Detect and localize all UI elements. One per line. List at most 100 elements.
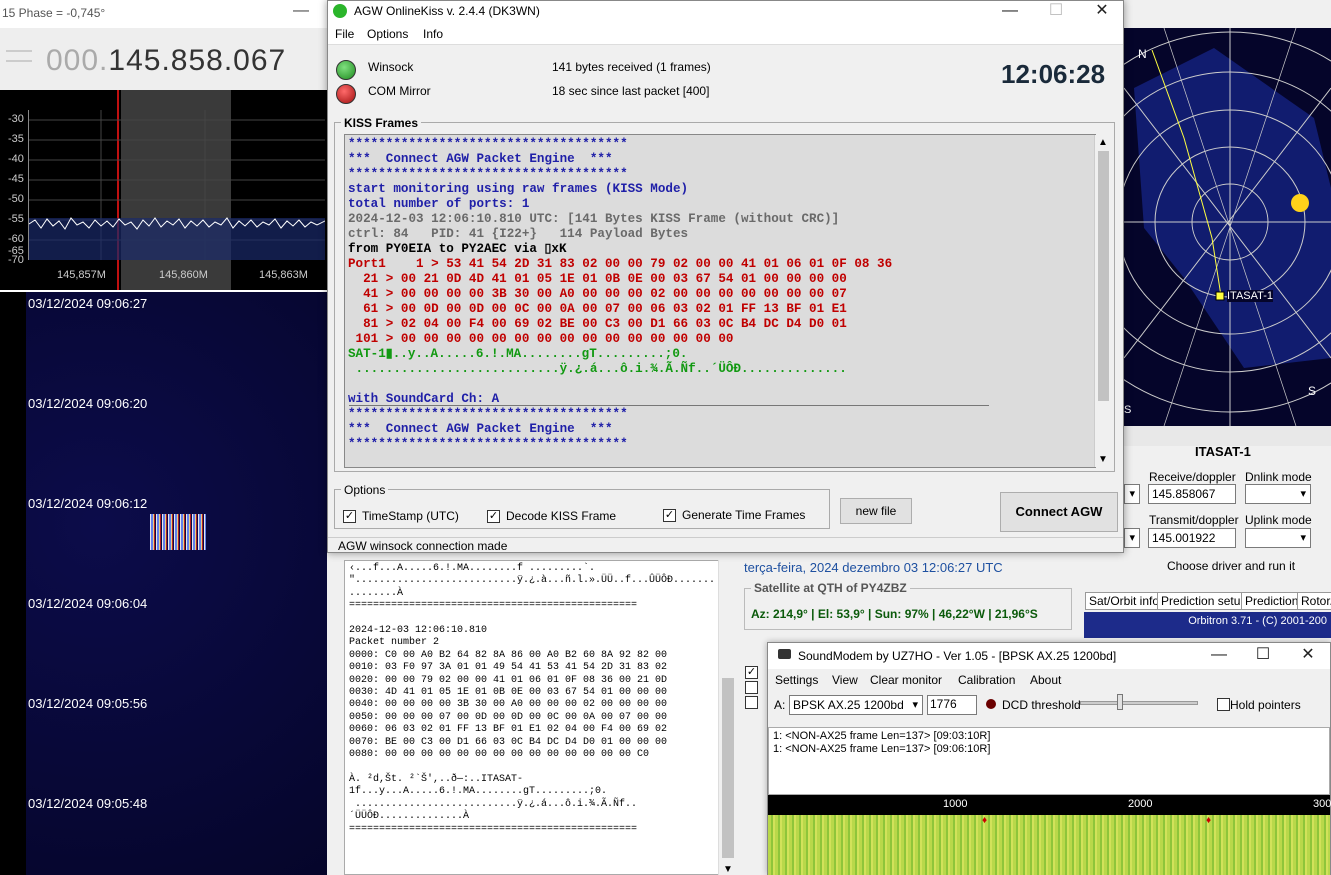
timestamp-checkbox[interactable]: ✓: [343, 510, 356, 523]
new-file-button[interactable]: new file: [840, 498, 912, 524]
hold-pointers-checkbox[interactable]: [1217, 698, 1230, 711]
agw-onlinekiss-window: AGW OnlineKiss v. 2.4.4 (DK3WN) — ☐ ✕ Fi…: [327, 0, 1124, 553]
frequency-spinner[interactable]: 1776: [927, 695, 977, 715]
minimize-icon[interactable]: —: [987, 1, 1033, 23]
decode-kiss-checkbox[interactable]: ✓: [487, 510, 500, 523]
freq-axis-label: 145,857M: [57, 269, 106, 281]
rx-driver-select[interactable]: [1124, 484, 1140, 504]
packet-log[interactable]: ‹...f...A.....6.!.MA........f .........`…: [344, 560, 736, 875]
kiss-line: *** Connect AGW Packet Engine ***: [348, 422, 613, 436]
soundmodem-waterfall[interactable]: ♦ ♦: [768, 815, 1330, 875]
scroll-down-icon[interactable]: ▼: [723, 864, 733, 875]
decode-kiss-label: Decode KISS Frame: [506, 509, 617, 523]
db-label: -70: [8, 254, 24, 266]
tx-frequency-field[interactable]: 145.001922: [1148, 528, 1236, 548]
packet-log-scrollbar[interactable]: ▼: [718, 560, 736, 875]
kiss-frames-log[interactable]: ************************************* ***…: [344, 134, 1096, 468]
waterfall-panel[interactable]: 03/12/2024 09:06:27 03/12/2024 09:06:20 …: [0, 292, 327, 875]
menu-clear-monitor[interactable]: Clear monitor: [870, 673, 942, 687]
timestamp-label: TimeStamp (UTC): [362, 509, 459, 523]
satellite-name: ITASAT-1: [1195, 444, 1251, 459]
waterfall-timestamp: 03/12/2024 09:05:56: [28, 696, 148, 711]
menu-about[interactable]: About: [1030, 673, 1061, 687]
spectrum-panel[interactable]: -30 -35 -40 -45 -50 -55 -60 -65 -70 145,…: [0, 90, 327, 290]
kiss-line: 2024-12-03 12:06:10.810 UTC: [141 Bytes …: [348, 212, 840, 226]
freq-value: 145.858.067: [108, 44, 287, 77]
waterfall-noise: [768, 815, 1330, 875]
maximize-icon[interactable]: ☐: [1033, 1, 1079, 23]
option-checkbox[interactable]: [745, 696, 758, 709]
utc-datetime: terça-feira, 2024 dezembro 03 12:06:27 U…: [744, 560, 1003, 575]
rx-marker-icon[interactable]: ♦: [1206, 815, 1211, 826]
app-icon: [778, 649, 791, 659]
tab-prediction-setup[interactable]: Prediction setup: [1157, 592, 1252, 610]
orbitron-divider: [1124, 426, 1331, 446]
db-label: -30: [8, 113, 24, 125]
rx-marker-icon[interactable]: ♦: [982, 815, 987, 826]
sdr-frequency-display[interactable]: 000.145.858.067: [46, 44, 286, 78]
agw-title-bar: AGW OnlineKiss v. 2.4.4 (DK3WN) — ☐ ✕: [328, 1, 1123, 23]
minimize-icon[interactable]: —: [293, 2, 309, 20]
scroll-thumb[interactable]: [722, 678, 734, 858]
compass-south-label: S: [1308, 384, 1317, 398]
channel-label: A:: [774, 698, 786, 712]
dcd-threshold-label: DCD threshold: [1002, 698, 1081, 712]
freq-axis-label: 145,860M: [159, 269, 208, 281]
scroll-thumb[interactable]: [1098, 151, 1109, 401]
time-frames-label: Generate Time Frames: [682, 508, 806, 522]
minimize-icon[interactable]: —: [1196, 645, 1242, 667]
tx-driver-select[interactable]: [1124, 528, 1140, 548]
close-icon[interactable]: ✕: [1285, 645, 1331, 667]
kiss-line: *************************************: [348, 437, 628, 451]
waterfall-timestamp: 03/12/2024 09:06:27: [28, 296, 148, 311]
soundmodem-monitor-log[interactable]: 1: <NON-AX25 frame Len=137> [09:03:10R] …: [768, 727, 1330, 795]
modem-mode-select[interactable]: BPSK AX.25 1200bd: [789, 695, 923, 715]
rx-frequency-field[interactable]: 145.858067: [1148, 484, 1236, 504]
dl-mode-label: Dnlink mode: [1245, 470, 1312, 484]
satellite-qth-legend: Satellite at QTH of PY4ZBZ: [751, 581, 910, 595]
tab-prediction[interactable]: Prediction: [1241, 592, 1303, 610]
menu-options[interactable]: Options: [367, 27, 408, 41]
slider-thumb[interactable]: [1117, 694, 1123, 710]
menu-view[interactable]: View: [832, 673, 858, 687]
scroll-down-icon[interactable]: ▼: [1098, 454, 1108, 465]
kiss-scrollbar[interactable]: ▲ ▼: [1094, 135, 1111, 467]
com-mirror-label: COM Mirror: [368, 84, 431, 98]
tuning-handle-icon[interactable]: [6, 50, 32, 62]
time-frames-checkbox[interactable]: ✓: [663, 509, 676, 522]
spectrum-plot-area: [28, 110, 325, 260]
radar-map[interactable]: N S S ITASAT-1: [1124, 28, 1331, 426]
options-legend: Options: [341, 483, 389, 497]
scroll-up-icon[interactable]: ▲: [1098, 137, 1108, 148]
close-icon[interactable]: ✕: [1079, 1, 1125, 23]
menu-file[interactable]: File: [335, 27, 354, 41]
ul-mode-select[interactable]: [1245, 528, 1311, 548]
monitor-line: 1: <NON-AX25 frame Len=137> [09:06:10R]: [773, 743, 991, 755]
menu-info[interactable]: Info: [423, 27, 443, 41]
app-icon: [333, 4, 347, 18]
orbitron-footer: Orbitron 3.71 - (C) 2001-200: [1084, 612, 1331, 638]
connect-agw-button[interactable]: Connect AGW: [1000, 492, 1118, 532]
soundmodem-title-bar: SoundModem by UZ7HO - Ver 1.05 - [BPSK A…: [768, 643, 1330, 669]
db-label: -45: [8, 173, 24, 185]
radar-plot: [1124, 28, 1331, 426]
tab-sat-orbit-info[interactable]: Sat/Orbit info: [1085, 592, 1164, 610]
compass-north-label: N: [1138, 47, 1147, 61]
kiss-line: *** Connect AGW Packet Engine ***: [348, 152, 613, 166]
option-checkbox[interactable]: ✓: [745, 666, 758, 679]
dcd-threshold-slider[interactable]: [1080, 694, 1198, 710]
driver-hint: Choose driver and run it: [1167, 559, 1296, 573]
maximize-icon[interactable]: ☐: [1240, 645, 1286, 667]
satellite-position-text: Az: 214,9° | El: 53,9° | Sun: 97% | 46,2…: [751, 607, 1038, 621]
com-status-text: 18 sec since last packet [400]: [552, 84, 710, 98]
option-checkbox[interactable]: [745, 681, 758, 694]
menu-calibration[interactable]: Calibration: [958, 673, 1015, 687]
hold-pointers-label: Hold pointers: [1230, 698, 1301, 712]
tab-rotor[interactable]: Rotor/: [1297, 592, 1331, 610]
winsock-status-text: 141 bytes received (1 frames): [552, 60, 711, 74]
menu-settings[interactable]: Settings: [775, 673, 818, 687]
kiss-line: SAT-1▮..y..A.....6.!.MA........gT.......…: [348, 347, 688, 361]
dl-mode-select[interactable]: [1245, 484, 1311, 504]
winsock-label: Winsock: [368, 60, 414, 74]
dcd-indicator-icon: [986, 699, 996, 709]
